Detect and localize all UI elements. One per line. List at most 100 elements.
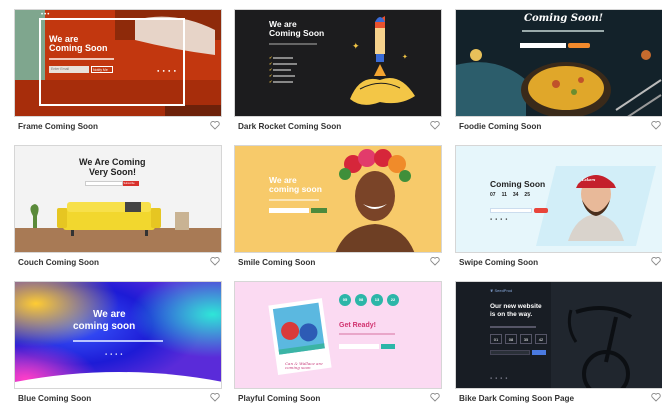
template-thumbnail[interactable]: ❦ SeedProd Our new website is on the way…	[455, 281, 662, 389]
rocket-icon: ✦ ✦	[350, 16, 415, 105]
heart-icon[interactable]	[210, 120, 220, 130]
thumb-text-line	[522, 30, 604, 32]
template-card-playful[interactable]: Can & Wallace are coming soon 05 08 13 2…	[234, 281, 442, 409]
thumb-headline-2: coming soon	[73, 321, 136, 332]
social-icons: ● ● ● ●	[157, 68, 177, 73]
template-thumbnail[interactable]: ••• We are Coming Soon Enter Email Notif…	[14, 9, 222, 117]
social-icons: ● ● ● ●	[105, 352, 124, 356]
thumb-headline-2: is on the way.	[490, 311, 533, 318]
thumb-headline-2: coming soon	[269, 184, 322, 194]
thumb-email-input	[490, 350, 530, 355]
countdown-seconds: 42	[535, 334, 547, 344]
thumb-submit-button	[534, 208, 548, 213]
brand-logo: ❦ SeedProd	[490, 288, 512, 293]
thumb-headline: Coming Soon!	[524, 13, 603, 24]
checklist: ✔ ✔ ✔ ✔ ✔	[269, 55, 298, 85]
template-thumbnail[interactable]: We are coming soon	[234, 145, 442, 253]
thumb-email-input	[269, 208, 309, 213]
man-photo	[456, 146, 662, 252]
template-thumbnail[interactable]: Can & Wallace are coming soon 05 08 13 2…	[234, 281, 442, 389]
thumb-headline-2: Coming Soon	[269, 28, 325, 38]
thumb-headline: We are	[93, 309, 126, 320]
template-name[interactable]: Frame Coming Soon	[18, 122, 98, 131]
thumb-submit-button	[532, 350, 546, 355]
thumb-headline-2: Coming Soon	[49, 43, 108, 53]
countdown-hours: 08	[505, 334, 517, 344]
template-thumbnail[interactable]: We Are Coming Very Soon! Subscribe	[14, 145, 222, 253]
countdown-minutes: 13	[371, 294, 383, 306]
cap-logo-text: Lakers	[582, 178, 596, 182]
heart-icon[interactable]	[430, 256, 440, 266]
thumb-text-line	[339, 333, 395, 335]
thumb-text-line	[269, 43, 317, 45]
thumb-headline: Coming Soon	[490, 179, 546, 189]
countdown: 01 08 35 42	[490, 334, 547, 344]
template-grid: ••• We are Coming Soon Enter Email Notif…	[0, 0, 662, 409]
brand-name: SeedProd	[494, 288, 513, 293]
countdown: 05 08 13 22	[339, 294, 399, 306]
thumb-text-line	[269, 199, 319, 201]
countdown-seconds: 25	[524, 192, 530, 198]
couch-photo	[15, 202, 221, 252]
countdown: 07 11 34 25	[490, 192, 550, 202]
thumb-submit-button	[381, 344, 395, 349]
heart-icon[interactable]	[210, 256, 220, 266]
countdown-hours: 08	[355, 294, 367, 306]
template-name[interactable]: Dark Rocket Coming Soon	[238, 122, 341, 131]
dots-icon: •••	[41, 12, 51, 18]
bike-photo	[456, 282, 662, 388]
thumb-email-input	[339, 344, 379, 349]
template-card-swipe[interactable]: Lakers Coming Soon 07 11 34 25 ● ● ● ● S…	[455, 145, 662, 275]
template-card-couch[interactable]: We Are Coming Very Soon! Subscribe Couch…	[14, 145, 222, 275]
template-thumbnail[interactable]: Lakers Coming Soon 07 11 34 25 ● ● ● ●	[455, 145, 662, 253]
white-frame	[39, 18, 185, 106]
template-name[interactable]: Blue Coming Soon	[18, 394, 91, 403]
thumb-submit-button	[311, 208, 327, 213]
template-name[interactable]: Bike Dark Coming Soon Page	[459, 394, 574, 403]
template-card-frame[interactable]: ••• We are Coming Soon Enter Email Notif…	[14, 9, 222, 139]
countdown-hours: 11	[501, 192, 507, 198]
template-thumbnail[interactable]: Coming Soon!	[455, 9, 662, 117]
heart-icon[interactable]	[651, 256, 661, 266]
template-card-smile[interactable]: We are coming soon Smile Coming Soon	[234, 145, 442, 275]
thumb-text-line	[49, 58, 114, 60]
thumb-email-input: Enter Email	[49, 66, 89, 73]
social-icons: ● ● ● ●	[490, 376, 509, 380]
thumb-text-line	[490, 326, 536, 328]
template-name[interactable]: Couch Coming Soon	[18, 258, 99, 267]
countdown-days: 01	[490, 334, 502, 344]
photo-note: Can & Wallace are coming soon	[285, 361, 323, 371]
thumb-headline: Get Ready!	[339, 322, 376, 329]
heart-icon[interactable]	[651, 392, 661, 402]
thumb-text-line	[73, 340, 163, 342]
woman-photo	[235, 146, 441, 252]
countdown-days: 07	[490, 192, 496, 198]
thumb-email-input	[520, 43, 566, 48]
heart-icon[interactable]	[210, 392, 220, 402]
countdown-days: 05	[339, 294, 351, 306]
svg-text:✦: ✦	[352, 41, 360, 51]
heart-icon[interactable]	[430, 392, 440, 402]
template-card-bike-dark[interactable]: ❦ SeedProd Our new website is on the way…	[455, 281, 662, 409]
social-icons: ● ● ● ●	[490, 217, 509, 221]
countdown-seconds: 22	[387, 294, 399, 306]
template-card-blue[interactable]: We are coming soon ● ● ● ● Blue Coming S…	[14, 281, 222, 409]
template-name[interactable]: Foodie Coming Soon	[459, 122, 541, 131]
template-name[interactable]: Smile Coming Soon	[238, 258, 315, 267]
thumb-submit-button	[568, 43, 590, 48]
thumb-headline: Our new website	[490, 303, 542, 310]
template-name[interactable]: Playful Coming Soon	[238, 394, 320, 403]
svg-text:✦: ✦	[402, 53, 408, 61]
template-card-dark-rocket[interactable]: We are Coming Soon ✔ ✔ ✔ ✔ ✔ ✦ ✦ Dark Ro…	[234, 9, 442, 139]
countdown-minutes: 35	[520, 334, 532, 344]
heart-icon[interactable]	[651, 120, 661, 130]
food-photo	[456, 10, 662, 116]
thumb-email-input	[490, 208, 532, 213]
template-card-foodie[interactable]: Coming Soon! Foodie Coming Soon	[455, 9, 662, 139]
template-thumbnail[interactable]: We are coming soon ● ● ● ●	[14, 281, 222, 389]
gradient-background	[15, 282, 221, 388]
template-name[interactable]: Swipe Coming Soon	[459, 258, 538, 267]
thumb-notify-button: Notify Me	[91, 66, 113, 73]
template-thumbnail[interactable]: We are Coming Soon ✔ ✔ ✔ ✔ ✔ ✦ ✦	[234, 9, 442, 117]
heart-icon[interactable]	[430, 120, 440, 130]
